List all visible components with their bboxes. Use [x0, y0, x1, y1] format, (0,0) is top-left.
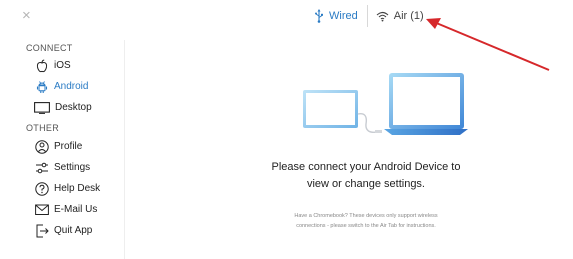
sidebar-item-label: Quit App — [54, 225, 93, 236]
sidebar-item-label: Android — [54, 81, 89, 92]
connect-message-line1: Please connect your Android Device to — [271, 161, 461, 173]
chromebook-note-line2: connections - please switch to the Air T… — [296, 223, 436, 229]
devices-illustration — [302, 72, 492, 147]
section-title-other: OTHER — [26, 123, 59, 133]
quit-icon — [35, 224, 49, 238]
profile-icon — [35, 139, 49, 154]
sidebar-item-quit[interactable]: Quit App — [0, 220, 124, 241]
sidebar-item-label: Help Desk — [54, 183, 101, 194]
apple-icon — [35, 59, 49, 73]
android-icon — [35, 80, 49, 94]
sidebar-item-email[interactable]: E-Mail Us — [0, 199, 124, 220]
tab-air-label: Air (1) — [393, 10, 424, 22]
sidebar-item-label: Desktop — [55, 102, 92, 113]
monitor-icon — [34, 101, 50, 115]
tablet-icon — [303, 90, 358, 128]
chromebook-note: Have a Chromebook? These devices only su… — [246, 211, 486, 231]
sidebar-item-android[interactable]: Android — [0, 76, 124, 97]
wifi-icon — [376, 11, 389, 22]
sidebar-item-desktop[interactable]: Desktop — [0, 97, 124, 118]
connection-cable — [357, 113, 379, 134]
main-panel: Please connect your Android Device to vi… — [126, 40, 573, 259]
sidebar-item-label: Profile — [54, 141, 83, 152]
sidebar-item-help-desk[interactable]: Help Desk — [0, 178, 124, 199]
tab-wired[interactable]: Wired — [314, 9, 358, 23]
sidebar-item-ios[interactable]: iOS — [0, 55, 124, 76]
sidebar-item-label: E-Mail Us — [54, 204, 98, 215]
tab-air[interactable]: Air (1) — [366, 5, 424, 27]
sidebar-item-label: iOS — [54, 60, 71, 71]
settings-icon — [35, 161, 49, 175]
sidebar-item-profile[interactable]: Profile — [0, 136, 124, 157]
laptop-icon — [384, 73, 468, 135]
section-title-connect: CONNECT — [26, 43, 73, 53]
connect-message: Please connect your Android Device to vi… — [226, 159, 506, 193]
help-icon — [35, 181, 49, 196]
sidebar: CONNECT iOS Android Desktop OTHER Profil… — [0, 40, 125, 259]
sidebar-item-settings[interactable]: Settings — [0, 157, 124, 178]
mail-icon — [35, 203, 49, 217]
connection-tabs: Wired Air (1) — [314, 5, 424, 27]
sidebar-item-label: Settings — [54, 162, 91, 173]
usb-icon — [314, 9, 324, 23]
chromebook-note-line1: Have a Chromebook? These devices only su… — [294, 213, 438, 219]
connect-message-line2: view or change settings. — [306, 178, 425, 190]
close-button[interactable]: × — [22, 8, 31, 23]
tab-wired-label: Wired — [329, 10, 358, 22]
